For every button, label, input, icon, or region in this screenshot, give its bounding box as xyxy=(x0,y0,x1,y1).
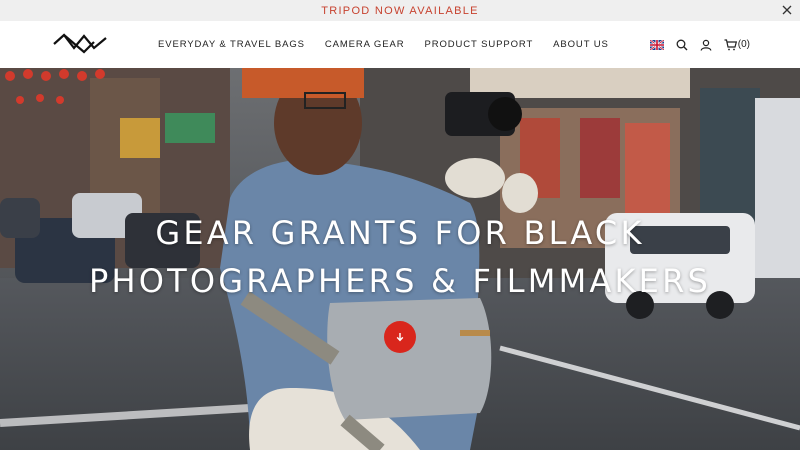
site-header: EVERYDAY & TRAVEL BAGS CAMERA GEAR PRODU… xyxy=(0,21,800,68)
header-utilities: (0) xyxy=(638,21,750,68)
main-nav: EVERYDAY & TRAVEL BAGS CAMERA GEAR PRODU… xyxy=(158,21,629,68)
hero-title-line-1: GEAR GRANTS FOR BLACK xyxy=(155,214,645,252)
nav-item-bags[interactable]: EVERYDAY & TRAVEL BAGS xyxy=(158,39,305,50)
uk-flag-icon xyxy=(649,39,664,50)
cart-button[interactable]: (0) xyxy=(724,38,750,51)
announcement-text[interactable]: TRIPOD NOW AVAILABLE xyxy=(321,5,479,17)
search-icon xyxy=(676,39,688,50)
nav-item-product-support[interactable]: PRODUCT SUPPORT xyxy=(424,39,533,50)
locale-selector[interactable] xyxy=(649,39,664,50)
logo-icon[interactable] xyxy=(52,32,108,56)
arrow-down-icon xyxy=(396,333,404,342)
scroll-down-button[interactable] xyxy=(384,321,416,353)
account-button[interactable] xyxy=(700,39,712,51)
hero-title-line-2: PHOTOGRAPHERS & FILMMAKERS xyxy=(88,262,712,300)
announcement-bar[interactable]: TRIPOD NOW AVAILABLE xyxy=(0,0,800,21)
hero-title: GEAR GRANTS FOR BLACK PHOTOGRAPHERS & FI… xyxy=(0,209,800,305)
nav-item-camera-gear[interactable]: CAMERA GEAR xyxy=(325,39,405,50)
user-icon xyxy=(700,39,712,51)
cart-count: (0) xyxy=(737,39,750,50)
close-icon[interactable] xyxy=(780,3,794,17)
search-button[interactable] xyxy=(676,39,688,51)
hero-banner: GEAR GRANTS FOR BLACK PHOTOGRAPHERS & FI… xyxy=(0,68,800,450)
nav-item-about-us[interactable]: ABOUT US xyxy=(553,39,609,50)
cart-icon xyxy=(724,38,737,50)
